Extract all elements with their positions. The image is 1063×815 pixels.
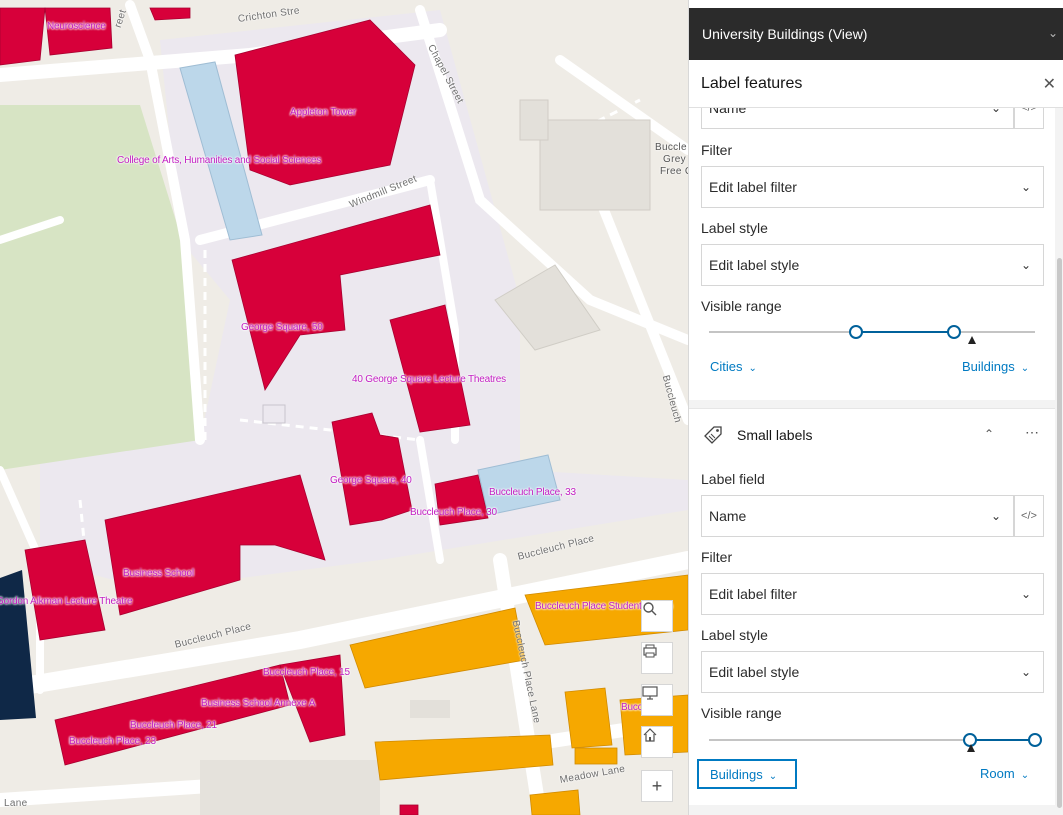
print-map-button[interactable] xyxy=(641,642,673,674)
building-label-bp33: Buccleuch Place, 33 xyxy=(489,487,576,498)
chevron-down-icon: ⌄ xyxy=(1020,770,1030,781)
building-label-bp23: Buccleuch Place, 23 xyxy=(69,736,156,747)
range-min-select-top[interactable]: Cities ⌄ xyxy=(710,359,757,374)
street-label-lane: Lane xyxy=(4,798,28,809)
label-style-select[interactable]: Edit label style ⌄ xyxy=(701,651,1044,693)
small-labels-header[interactable]: Small labels ⌃ ⋯ xyxy=(689,408,1056,462)
plus-icon: + xyxy=(651,775,663,796)
visible-range-label-top: Visible range xyxy=(701,298,782,314)
range-min-value: Buildings xyxy=(710,767,763,782)
close-icon[interactable]: ✕ xyxy=(1043,74,1056,94)
building-label-bp21: Buccleuch Place, 21 xyxy=(130,720,217,731)
label-style-label-top: Label style xyxy=(701,220,768,236)
range-max-value: Room xyxy=(980,766,1015,781)
chevron-down-icon: ⌄ xyxy=(990,509,1001,523)
section-divider xyxy=(689,400,1056,408)
poi-label-line1: Buccle xyxy=(655,142,687,153)
label-field-select-top[interactable]: Name ⌄ xyxy=(701,108,1014,129)
label-field-value: Name xyxy=(709,108,747,116)
range-max-value: Buildings xyxy=(962,359,1015,374)
panel-scrollbar[interactable] xyxy=(1055,108,1063,815)
chevron-down-icon: ⌄ xyxy=(768,771,778,782)
layer-header[interactable]: University Buildings (View) ⌄ xyxy=(689,8,1063,60)
label-style-label: Label style xyxy=(701,627,768,643)
building-label-george50: George Square, 50 xyxy=(241,322,323,333)
expression-button-top[interactable]: </> xyxy=(1014,108,1044,129)
properties-panel: University Buildings (View) ⌄ Label feat… xyxy=(688,0,1063,815)
home-button[interactable] xyxy=(641,726,673,758)
building-label-bp30: Buccleuch Place, 30 xyxy=(410,507,497,518)
layer-title: University Buildings (View) xyxy=(702,26,868,42)
scrollbar-thumb[interactable] xyxy=(1057,258,1062,808)
range-min-value: Cities xyxy=(710,359,743,374)
search-icon xyxy=(643,602,657,616)
filter-label-top: Filter xyxy=(701,142,733,158)
building-label-appleton: Appleton Tower xyxy=(290,107,356,118)
range-max-thumb-top[interactable] xyxy=(946,325,961,339)
code-icon: </> xyxy=(1021,108,1037,114)
building-label-lecture40: 40 George Square Lecture Theatres xyxy=(352,374,506,385)
label-field-label: Label field xyxy=(701,471,765,487)
present-map-button[interactable] xyxy=(641,684,673,716)
label-features-header: Label features ✕ xyxy=(689,60,1063,108)
building-label-neuroscience: Neuroscience xyxy=(47,21,106,32)
visible-range-label: Visible range xyxy=(701,705,782,721)
chevron-down-icon: ⌄ xyxy=(748,363,757,374)
label-filter-select-top[interactable]: Edit label filter ⌄ xyxy=(701,166,1044,208)
label-style-value: Edit label style xyxy=(709,664,800,680)
screen-icon xyxy=(642,686,658,700)
label-field-value: Name xyxy=(709,508,747,524)
range-min-select[interactable]: Buildings ⌄ xyxy=(697,759,797,789)
label-style-select-top[interactable]: Edit label style ⌄ xyxy=(701,244,1044,286)
label-style-value: Edit label style xyxy=(709,257,800,273)
label-filter-value: Edit label filter xyxy=(709,179,797,195)
map-canvas[interactable] xyxy=(0,0,688,815)
chevron-up-icon[interactable]: ⌃ xyxy=(984,427,994,441)
search-map-button[interactable] xyxy=(641,600,673,632)
chevron-down-icon: ⌄ xyxy=(990,108,1001,115)
print-icon xyxy=(643,644,657,658)
section-divider xyxy=(689,805,1056,815)
range-max-select-top[interactable]: Buildings ⌄ xyxy=(962,359,1029,374)
range-max-thumb[interactable] xyxy=(1028,733,1042,747)
panel-scroll-area[interactable]: Name ⌄ </> Filter Edit label filter ⌄ La… xyxy=(689,108,1063,815)
building-label-bucc-right: Bucc xyxy=(621,702,643,713)
label-tag-icon xyxy=(704,426,722,444)
building-label-gordon: Gordon Aikman Lecture Theatre xyxy=(0,596,133,607)
poi-label-line2: Grey xyxy=(663,154,686,165)
building-label-bs-annexe: Business School Annexe A xyxy=(201,698,316,709)
range-min-thumb-top[interactable] xyxy=(848,325,863,339)
expression-button[interactable]: </> xyxy=(1014,495,1044,537)
range-max-select[interactable]: Room ⌄ xyxy=(980,766,1029,781)
filter-label: Filter xyxy=(701,549,733,565)
chevron-down-icon: ⌄ xyxy=(1020,363,1030,374)
more-options-icon[interactable]: ⋯ xyxy=(1025,424,1039,441)
visible-range-fill xyxy=(969,739,1035,741)
visible-range-fill-top xyxy=(855,331,954,333)
label-field-select[interactable]: Name ⌄ xyxy=(701,495,1014,537)
building-label-bp15: Buccleuch Place, 15 xyxy=(263,667,350,678)
code-icon: </> xyxy=(1021,510,1037,522)
current-scale-marker-top xyxy=(968,336,976,344)
map-view[interactable]: reet Crichton Stre Chapel Street Windmil… xyxy=(0,0,688,815)
building-label-business-school: Business School xyxy=(123,568,194,579)
chevron-down-icon[interactable]: ⌄ xyxy=(1048,26,1058,40)
current-scale-marker xyxy=(967,744,975,752)
chevron-down-icon: ⌄ xyxy=(1020,180,1031,194)
zoom-in-button[interactable]: + xyxy=(641,770,673,802)
chevron-down-icon: ⌄ xyxy=(1020,665,1031,679)
section-title: Label features xyxy=(701,74,803,92)
small-labels-title: Small labels xyxy=(737,427,813,443)
label-filter-select[interactable]: Edit label filter ⌄ xyxy=(701,573,1044,615)
label-filter-value: Edit label filter xyxy=(709,586,797,602)
building-label-george40: George Square, 40 xyxy=(330,475,412,486)
chevron-down-icon: ⌄ xyxy=(1020,258,1031,272)
building-label-cahss: College of Arts, Humanities and Social S… xyxy=(117,155,322,166)
home-icon xyxy=(643,728,657,742)
chevron-down-icon: ⌄ xyxy=(1020,587,1031,601)
poi-label-line3: Free C xyxy=(660,166,688,177)
